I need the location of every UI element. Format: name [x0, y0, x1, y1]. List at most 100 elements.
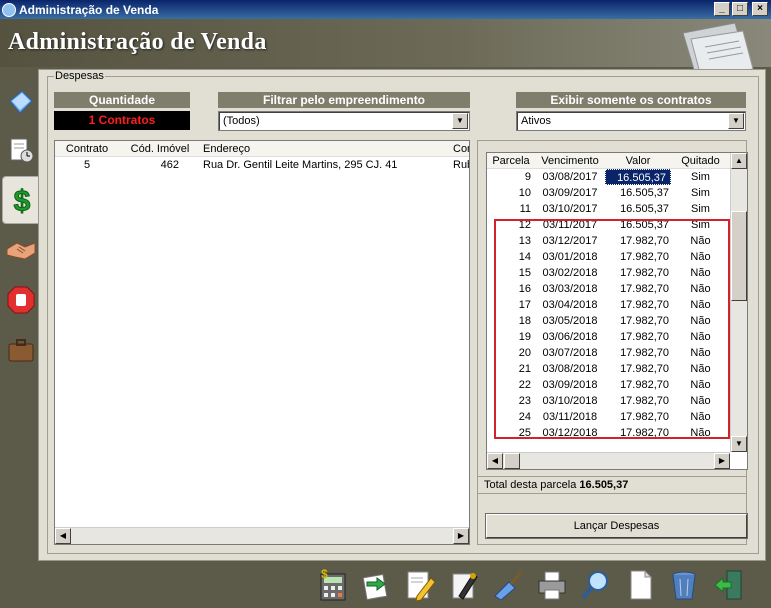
sign-button[interactable] — [442, 564, 486, 606]
exit-button[interactable] — [706, 564, 750, 606]
table-row[interactable]: 5 462 Rua Dr. Gentil Leite Martins, 295 … — [55, 157, 469, 173]
lancar-despesas-button[interactable]: Lançar Despesas — [485, 513, 748, 539]
scroll-left-icon[interactable]: ◀ — [55, 528, 71, 544]
table-row[interactable]: 13 03/12/2017 17.982,70 Não — [487, 233, 730, 249]
column-header-cor[interactable]: Cor — [453, 141, 469, 156]
table-row[interactable]: 17 03/04/2018 17.982,70 Não — [487, 297, 730, 313]
contracts-grid[interactable]: Contrato Cód. Imóvel Endereço Cor 5 462 … — [54, 140, 470, 545]
exibir-select[interactable]: Ativos ▼ — [516, 111, 746, 131]
column-header-endereco[interactable]: Endereço — [201, 141, 453, 156]
table-row[interactable]: 18 03/05/2018 17.982,70 Não — [487, 313, 730, 329]
column-header-valor[interactable]: Valor — [605, 153, 671, 168]
stop-icon — [7, 286, 35, 314]
contracts-hscrollbar[interactable]: ◀ ▶ — [55, 527, 469, 544]
total-value: 16.505,37 — [579, 479, 629, 491]
cell-quitado: Não — [690, 347, 711, 359]
table-row[interactable]: 10 03/09/2017 16.505,37 Sim — [487, 185, 730, 201]
new-document-button[interactable] — [618, 564, 662, 606]
sidebar-item-briefcase[interactable] — [2, 326, 40, 374]
table-row[interactable]: 9 03/08/2017 16.505,37 Sim — [487, 169, 730, 185]
cell-parcela: 17 — [518, 299, 531, 311]
column-header-parcela[interactable]: Parcela — [487, 153, 535, 168]
trash-icon — [672, 571, 696, 600]
sidebar-item-stop[interactable] — [2, 276, 40, 324]
table-row[interactable]: 12 03/11/2017 16.505,37 Sim — [487, 217, 730, 233]
close-button[interactable]: × — [752, 2, 768, 16]
search-button[interactable] — [574, 564, 618, 606]
cell-parcela: 18 — [518, 315, 531, 327]
cell-valor: 17.982,70 — [620, 251, 669, 263]
maximize-button[interactable]: □ — [732, 2, 748, 16]
print-button[interactable] — [530, 564, 574, 606]
cell-cod-imovel: 462 — [160, 159, 179, 171]
total-label: Total desta parcela — [484, 479, 577, 491]
scroll-right-icon[interactable]: ▶ — [714, 453, 730, 469]
hscroll-thumb[interactable] — [504, 453, 520, 469]
table-row[interactable]: 14 03/01/2018 17.982,70 Não — [487, 249, 730, 265]
sidebar-item-documents[interactable] — [2, 78, 40, 126]
cell-valor: 16.505,37 — [620, 203, 669, 215]
clean-button[interactable] — [486, 564, 530, 606]
installments-hscrollbar[interactable]: ◀ ▶ — [487, 452, 730, 469]
exibir-label: Exibir somente os contratos — [516, 92, 746, 108]
cell-valor: 17.982,70 — [620, 411, 669, 423]
window-titlebar: Administração de Venda _ □ × — [0, 0, 771, 19]
print-icon — [538, 571, 566, 600]
cell-vencimento: 03/10/2017 — [542, 203, 598, 215]
cell-valor: 17.982,70 — [620, 235, 669, 247]
scroll-down-icon[interactable]: ▼ — [731, 436, 747, 452]
cell-valor: 17.982,70 — [620, 299, 669, 311]
cell-valor: 17.982,70 — [620, 379, 669, 391]
edit-icon — [407, 571, 436, 602]
scroll-thumb[interactable] — [731, 211, 747, 301]
cell-parcela: 9 — [524, 171, 531, 183]
sidebar-item-despesas[interactable]: $ — [2, 176, 40, 224]
cell-parcela: 12 — [518, 219, 531, 231]
chevron-down-icon[interactable]: ▼ — [728, 113, 744, 129]
bottom-toolbar: $ — [310, 564, 750, 606]
cell-quitado: Sim — [691, 187, 710, 199]
scroll-left-icon[interactable]: ◀ — [487, 453, 503, 469]
clean-icon — [494, 571, 523, 601]
table-row[interactable]: 21 03/08/2018 17.982,70 Não — [487, 361, 730, 377]
sidebar-item-negotiation[interactable] — [2, 226, 40, 274]
column-header-contrato[interactable]: Contrato — [55, 141, 119, 156]
cell-parcela: 22 — [518, 379, 531, 391]
scroll-up-icon[interactable]: ▲ — [731, 153, 747, 169]
cell-quitado: Não — [690, 363, 711, 375]
minimize-button[interactable]: _ — [714, 2, 730, 16]
trash-button[interactable] — [662, 564, 706, 606]
cell-quitado: Sim — [691, 171, 710, 183]
chevron-down-icon[interactable]: ▼ — [452, 113, 468, 129]
table-row[interactable]: 23 03/10/2018 17.982,70 Não — [487, 393, 730, 409]
svg-text:$: $ — [321, 568, 328, 581]
cell-quitado: Sim — [691, 203, 710, 215]
installments-grid[interactable]: Parcela Vencimento Valor Quitado 9 03/08/… — [486, 152, 748, 470]
table-row[interactable]: 16 03/03/2018 17.982,70 Não — [487, 281, 730, 297]
installments-vscrollbar[interactable]: ▲ ▼ — [730, 153, 747, 452]
cell-vencimento: 03/11/2017 — [542, 219, 598, 231]
sidebar-item-schedule[interactable] — [2, 126, 40, 174]
table-row[interactable]: 15 03/02/2018 17.982,70 Não — [487, 265, 730, 281]
table-row[interactable]: 11 03/10/2017 16.505,37 Sim — [487, 201, 730, 217]
cell-quitado: Não — [690, 235, 711, 247]
cell-valor: 16.505,37 — [605, 169, 671, 185]
calculator-button[interactable]: $ — [310, 564, 354, 606]
table-row[interactable]: 24 03/11/2018 17.982,70 Não — [487, 409, 730, 425]
column-header-vencimento[interactable]: Vencimento — [535, 153, 605, 168]
group-title: Despesas — [54, 70, 105, 82]
cell-vencimento: 03/08/2017 — [542, 171, 598, 183]
column-header-cod-imovel[interactable]: Cód. Imóvel — [119, 141, 201, 156]
table-row[interactable]: 19 03/06/2018 17.982,70 Não — [487, 329, 730, 345]
table-row[interactable]: 22 03/09/2018 17.982,70 Não — [487, 377, 730, 393]
cell-vencimento: 03/10/2018 — [542, 395, 598, 407]
column-header-quitado[interactable]: Quitado — [671, 153, 730, 168]
edit-button[interactable] — [398, 564, 442, 606]
filtro-select[interactable]: (Todos) ▼ — [218, 111, 470, 131]
contracts-grid-header: Contrato Cód. Imóvel Endereço Cor — [55, 141, 469, 157]
table-row[interactable]: 25 03/12/2018 17.982,70 Não — [487, 425, 730, 441]
exchange-button[interactable] — [354, 564, 398, 606]
table-row[interactable]: 20 03/07/2018 17.982,70 Não — [487, 345, 730, 361]
exchange-icon — [362, 573, 388, 601]
scroll-right-icon[interactable]: ▶ — [453, 528, 469, 544]
